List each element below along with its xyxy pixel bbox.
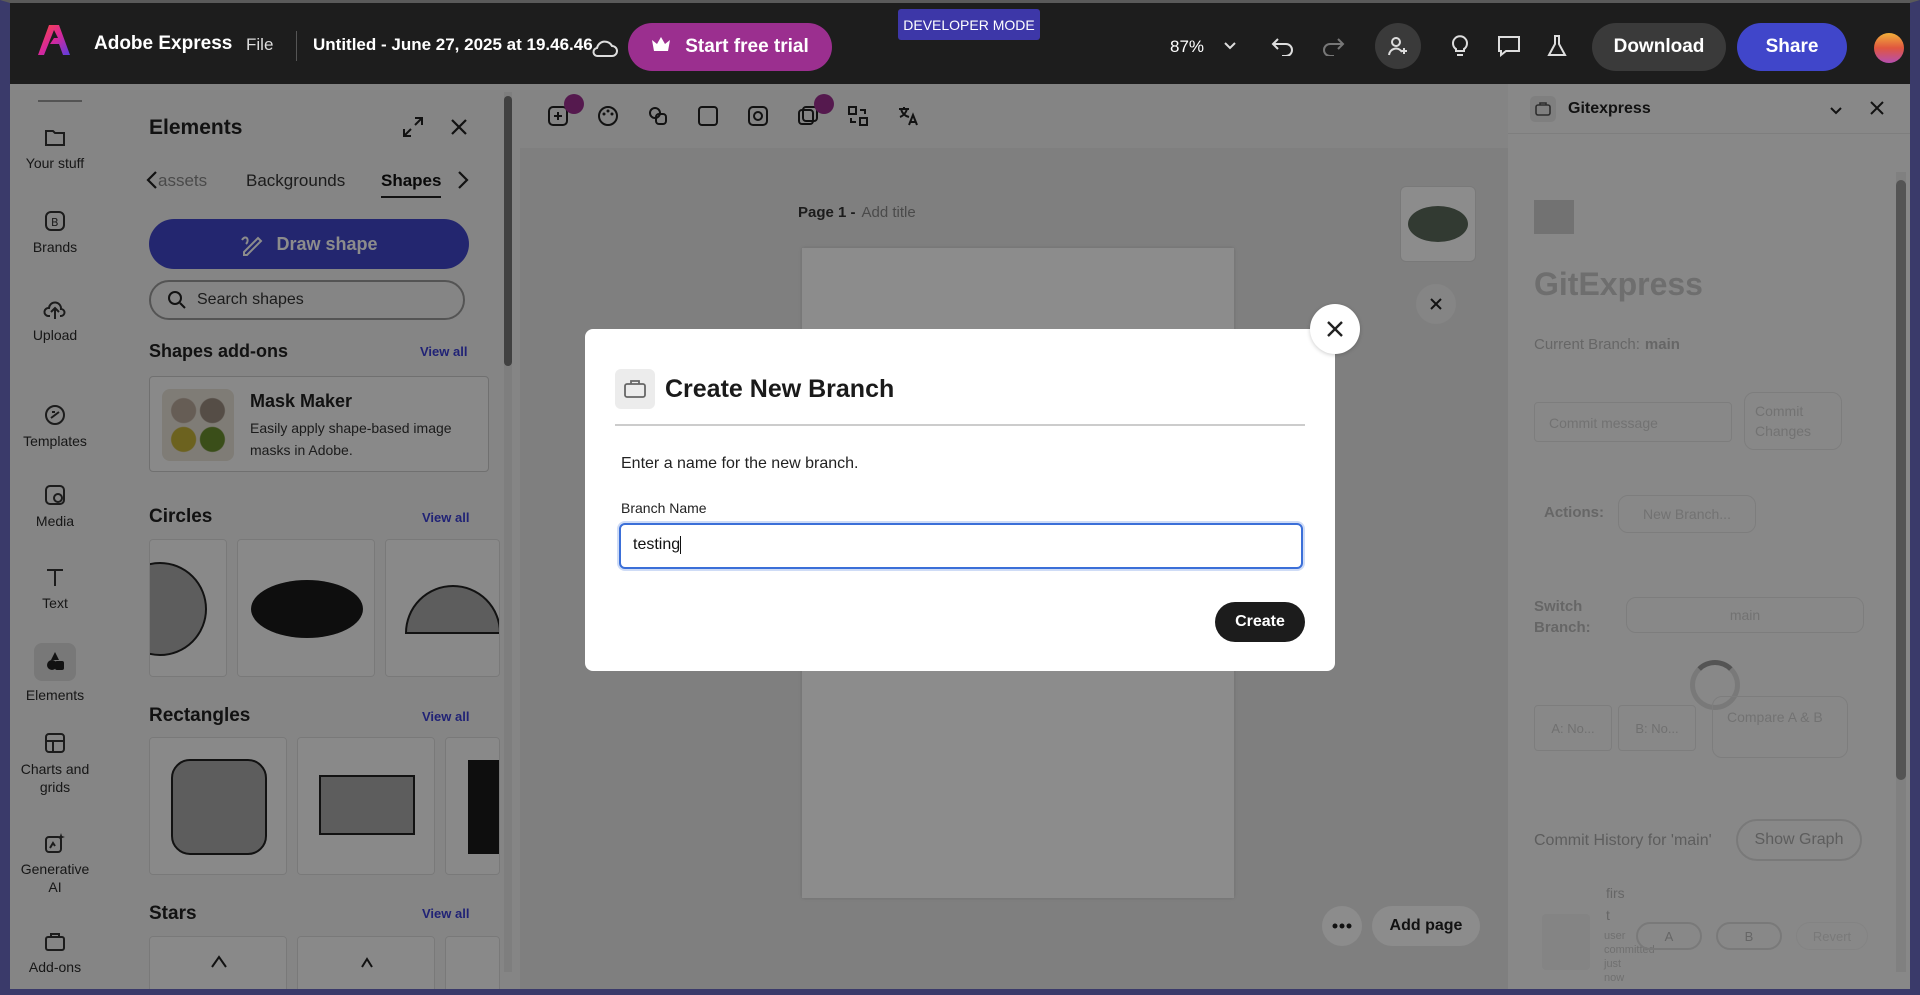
document-title[interactable]: Untitled - June 27, 2025 at 19.46.46 [313, 35, 593, 55]
crown-icon [651, 36, 671, 58]
app-name: Adobe Express [94, 33, 233, 54]
window-edge-left [0, 84, 10, 995]
invite-user-button[interactable] [1375, 23, 1421, 69]
app-window: Adobe Express File Untitled - June 27, 2… [0, 0, 1920, 995]
avatar[interactable] [1874, 33, 1904, 63]
lightbulb-icon[interactable] [1443, 29, 1477, 63]
comment-icon[interactable] [1492, 29, 1526, 63]
branch-plugin-icon [615, 369, 655, 409]
developer-mode-badge: DEVELOPER MODE [898, 9, 1040, 40]
create-branch-dialog: Create New Branch Enter a name for the n… [585, 329, 1335, 671]
add-user-icon [1388, 37, 1407, 56]
branch-name-input[interactable]: testing [619, 523, 1303, 569]
dialog-close-button[interactable] [1310, 304, 1360, 354]
branch-name-label: Branch Name [621, 500, 707, 516]
dialog-description: Enter a name for the new branch. [621, 455, 859, 472]
window-edge-right [1910, 84, 1920, 995]
adobe-logo-icon[interactable] [38, 25, 70, 55]
chevron-down-icon[interactable] [1213, 29, 1247, 63]
close-icon [1327, 321, 1343, 337]
start-free-trial-button[interactable]: Start free trial [628, 23, 832, 71]
download-button[interactable]: Download [1592, 23, 1726, 71]
window-edge-bottom [0, 989, 1920, 995]
undo-icon[interactable] [1266, 29, 1300, 63]
cloud-icon[interactable] [588, 31, 622, 65]
branch-name-value: testing [633, 536, 681, 554]
flask-icon[interactable] [1540, 29, 1574, 63]
divider [296, 31, 297, 61]
top-bar: Adobe Express File Untitled - June 27, 2… [0, 0, 1920, 84]
redo-icon[interactable] [1316, 29, 1350, 63]
zoom-level[interactable]: 87% [1170, 37, 1204, 57]
dialog-title: Create New Branch [665, 375, 895, 403]
share-button[interactable]: Share [1737, 23, 1847, 71]
text-cursor [680, 536, 682, 554]
trial-label: Start free trial [685, 36, 809, 57]
dialog-divider [615, 424, 1305, 426]
file-menu[interactable]: File [246, 35, 273, 55]
create-button[interactable]: Create [1215, 602, 1305, 642]
